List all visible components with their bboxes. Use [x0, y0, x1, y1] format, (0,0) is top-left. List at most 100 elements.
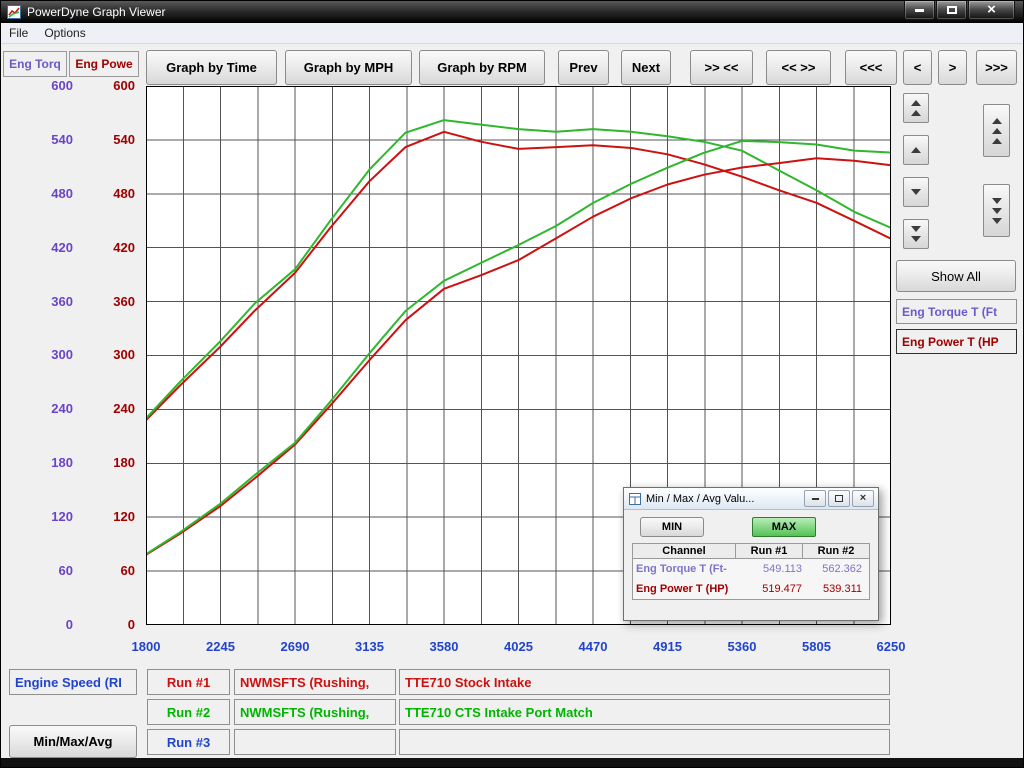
run1-value: 519.477 — [738, 583, 802, 595]
graph-by-time-button[interactable]: Graph by Time — [146, 50, 277, 85]
y-tick-label: 600 — [51, 79, 73, 93]
pan-up-button[interactable] — [983, 104, 1010, 157]
prev-button[interactable]: Prev — [558, 50, 609, 85]
y-tick-label: 240 — [113, 402, 135, 416]
minmax-window-controls: × — [802, 490, 874, 507]
pan-down-button[interactable] — [983, 184, 1010, 237]
tab-eng-power[interactable]: Eng Powe — [69, 51, 139, 77]
y-tick-label: 600 — [113, 79, 135, 93]
max-toggle-button[interactable]: MAX — [752, 517, 816, 537]
y-tick-label: 180 — [113, 456, 135, 470]
minmax-minimize-button[interactable] — [804, 490, 826, 507]
y-tick-label: 420 — [51, 241, 73, 255]
y-tick-label: 360 — [51, 295, 73, 309]
table-row: Eng Torque T (Ft- 549.113 562.362 — [633, 559, 869, 579]
minmax-window-title: Min / Max / Avg Valu... — [646, 493, 802, 505]
chevron-up-icon — [911, 147, 921, 153]
x-tick-label: 5360 — [720, 639, 764, 654]
power-axis-labels: 600540480420360300240180120600 — [89, 79, 135, 632]
minmax-window: Min / Max / Avg Valu... × MIN MAX Channe… — [623, 487, 879, 621]
menu-bar: File Options — [1, 23, 1023, 44]
chevron-down-icon — [911, 189, 921, 195]
y-tick-label: 360 — [113, 295, 135, 309]
legend-eng-torque[interactable]: Eng Torque T (Ft — [896, 299, 1017, 324]
close-icon: × — [860, 493, 866, 504]
run1-label: Run #1 — [147, 669, 230, 695]
zoom-in-button[interactable]: >> << — [690, 50, 753, 85]
window-title: PowerDyne Graph Viewer — [27, 5, 166, 19]
run2-value: 562.362 — [802, 563, 867, 575]
triple-chevron-up-icon — [992, 118, 1002, 124]
graph-by-rpm-button[interactable]: Graph by RPM — [419, 50, 545, 85]
scroll-left-button[interactable]: < — [903, 50, 932, 85]
x-tick-label: 3580 — [422, 639, 466, 654]
table-row: Eng Power T (HP) 519.477 539.311 — [633, 579, 869, 599]
scale-up-fast-button[interactable] — [903, 93, 929, 123]
run3-label: Run #3 — [147, 729, 230, 755]
channel-name: Eng Torque T (Ft- — [633, 563, 738, 575]
y-tick-label: 120 — [113, 510, 135, 524]
x-tick-label: 2245 — [199, 639, 243, 654]
graph-by-mph-button[interactable]: Graph by MPH — [285, 50, 412, 85]
min-toggle-button[interactable]: MIN — [640, 517, 704, 537]
run2-label: Run #2 — [147, 699, 230, 725]
column-run1[interactable]: Run #1 — [735, 543, 803, 559]
y-tick-label: 180 — [51, 456, 73, 470]
x-tick-label: 2690 — [273, 639, 317, 654]
y-tick-label: 60 — [59, 564, 73, 578]
minmax-close-button[interactable]: × — [852, 490, 874, 507]
triple-chevron-down-icon — [992, 198, 1002, 204]
minmax-table: Channel Run #1 Run #2 Eng Torque T (Ft- … — [632, 543, 870, 600]
minmax-restore-button[interactable] — [828, 490, 850, 507]
scale-up-button[interactable] — [903, 135, 929, 165]
scroll-right-button[interactable]: > — [938, 50, 967, 85]
tab-eng-torque[interactable]: Eng Torq — [3, 51, 67, 77]
x-tick-label: 5805 — [795, 639, 839, 654]
minmaxavg-button[interactable]: Min/Max/Avg — [9, 725, 137, 758]
y-tick-label: 540 — [51, 133, 73, 147]
show-all-button[interactable]: Show All — [896, 260, 1016, 292]
run1-value: 549.113 — [738, 563, 802, 575]
maximize-icon — [947, 6, 957, 14]
app-icon — [7, 5, 21, 19]
close-icon: × — [987, 2, 996, 17]
window-bottom-border — [1, 758, 1023, 767]
y-tick-label: 240 — [51, 402, 73, 416]
torque-axis-labels: 600540480420360300240180120600 — [27, 79, 73, 632]
y-tick-label: 0 — [128, 618, 135, 632]
close-button[interactable]: × — [968, 1, 1015, 20]
minimize-button[interactable] — [904, 1, 935, 20]
run1-operator: NWMSFTS (Rushing, — [234, 669, 396, 695]
double-chevron-down-icon — [911, 226, 921, 232]
scale-down-button[interactable] — [903, 177, 929, 207]
y-tick-label: 480 — [113, 187, 135, 201]
y-tick-label: 300 — [113, 348, 135, 362]
scroll-fast-right-button[interactable]: >>> — [976, 50, 1017, 85]
y-tick-label: 60 — [121, 564, 135, 578]
channel-name: Eng Power T (HP) — [633, 583, 738, 595]
title-bar: PowerDyne Graph Viewer × — [1, 1, 1023, 23]
menu-file[interactable]: File — [1, 24, 36, 42]
x-tick-label: 1800 — [124, 639, 168, 654]
menu-options[interactable]: Options — [36, 24, 93, 42]
scroll-fast-left-button[interactable]: <<< — [845, 50, 897, 85]
double-chevron-up-icon — [911, 100, 921, 106]
legend-eng-power[interactable]: Eng Power T (HP — [896, 329, 1017, 354]
minmax-title-bar[interactable]: Min / Max / Avg Valu... × — [624, 488, 878, 510]
x-tick-label: 3135 — [348, 639, 392, 654]
minimize-icon — [915, 9, 924, 12]
minmax-table-body: Eng Torque T (Ft- 549.113 562.362 Eng Po… — [632, 559, 870, 600]
y-tick-label: 480 — [51, 187, 73, 201]
column-run2[interactable]: Run #2 — [802, 543, 870, 559]
column-channel[interactable]: Channel — [632, 543, 736, 559]
app-window: PowerDyne Graph Viewer × File Options En… — [0, 0, 1024, 768]
x-tick-label: 6250 — [869, 639, 913, 654]
maximize-button[interactable] — [936, 1, 967, 20]
rpm-axis-labels: 1800224526903135358040254470491553605805… — [124, 639, 913, 654]
minmax-table-header: Channel Run #1 Run #2 — [632, 543, 870, 559]
next-button[interactable]: Next — [621, 50, 671, 85]
zoom-out-button[interactable]: << >> — [766, 50, 831, 85]
y-tick-label: 540 — [113, 133, 135, 147]
minimize-icon — [812, 498, 819, 500]
scale-down-fast-button[interactable] — [903, 219, 929, 249]
